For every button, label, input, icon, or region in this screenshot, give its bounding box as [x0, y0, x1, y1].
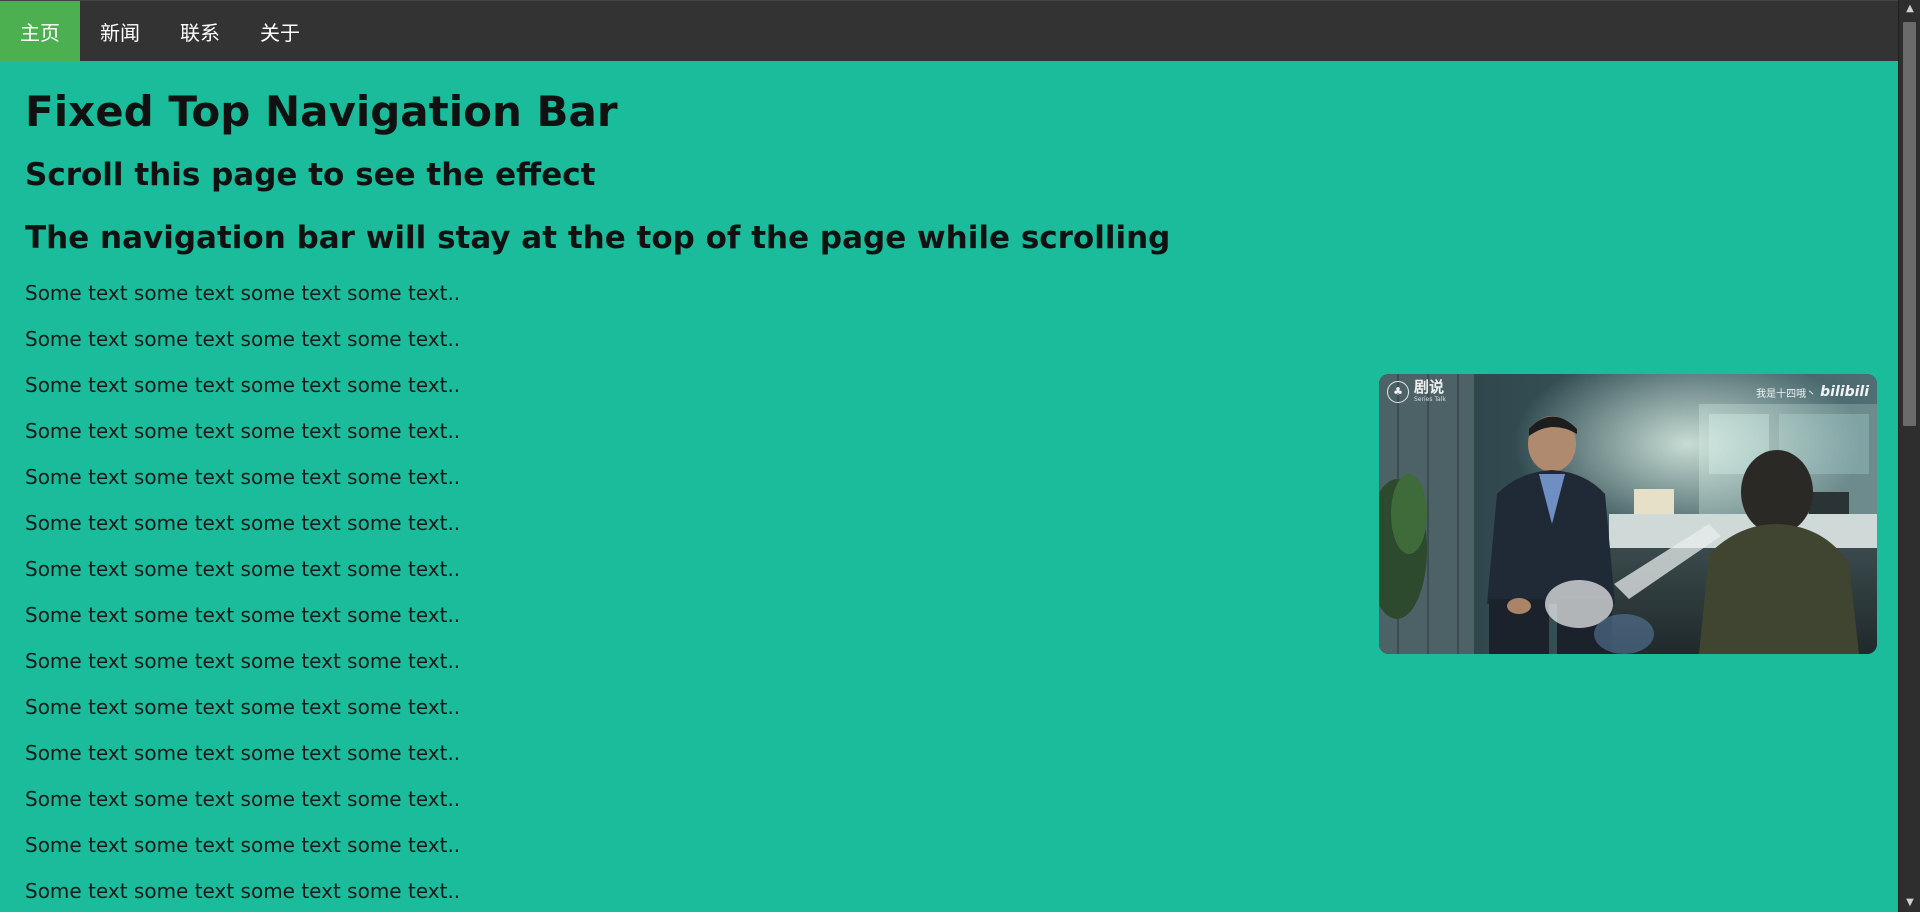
- uploader-watermark: 我是十四哦丶: [1756, 388, 1817, 400]
- paragraph: Some text some text some text some text.…: [25, 418, 461, 443]
- video-watermark: 我是十四哦丶 bilibili: [1756, 384, 1869, 400]
- paragraph: Some text some text some text some text.…: [25, 556, 461, 581]
- paragraph: Some text some text some text some text.…: [25, 372, 461, 397]
- scrollbar-thumb[interactable]: [1903, 22, 1916, 426]
- nav-item-home[interactable]: 主页: [0, 1, 80, 61]
- platform-watermark: bilibili: [1820, 384, 1869, 400]
- page-subtitle: Scroll this page to see the effect: [25, 157, 596, 194]
- nav-item-contact[interactable]: 联系: [160, 1, 240, 61]
- main-content: Fixed Top Navigation Bar Scroll this pag…: [25, 61, 1365, 912]
- page-title: Fixed Top Navigation Bar: [25, 87, 618, 136]
- top-navbar: 主页 新闻 联系 关于: [0, 0, 1898, 61]
- paragraph: Some text some text some text some text.…: [25, 878, 461, 903]
- paragraph: Some text some text some text some text.…: [25, 326, 461, 351]
- paragraph: Some text some text some text some text.…: [25, 786, 461, 811]
- tree-icon: ♣: [1387, 380, 1409, 403]
- video-frame-image: [1379, 374, 1877, 654]
- paragraph-list: Some text some text some text some text.…: [25, 270, 1365, 912]
- page-subtitle-secondary: The navigation bar will stay at the top …: [25, 220, 1171, 257]
- nav-item-about[interactable]: 关于: [240, 1, 320, 61]
- video-logo-text: 剧说: [1414, 378, 1445, 396]
- paragraph: Some text some text some text some text.…: [25, 280, 461, 305]
- nav-item-news[interactable]: 新闻: [80, 1, 160, 61]
- vertical-scrollbar[interactable]: ▲ ▼: [1898, 0, 1920, 912]
- scroll-down-icon[interactable]: ▼: [1899, 894, 1920, 912]
- paragraph: Some text some text some text some text.…: [25, 832, 461, 857]
- video-logo-subtext: Series Talk: [1414, 396, 1446, 403]
- video-player[interactable]: ♣ 剧说 Series Talk 我是十四哦丶 bilibili: [1379, 374, 1877, 654]
- paragraph: Some text some text some text some text.…: [25, 740, 461, 765]
- paragraph: Some text some text some text some text.…: [25, 602, 461, 627]
- paragraph: Some text some text some text some text.…: [25, 694, 461, 719]
- video-logo: ♣ 剧说 Series Talk: [1387, 380, 1446, 403]
- paragraph: Some text some text some text some text.…: [25, 464, 461, 489]
- scroll-up-icon[interactable]: ▲: [1899, 0, 1920, 18]
- paragraph: Some text some text some text some text.…: [25, 510, 461, 535]
- paragraph: Some text some text some text some text.…: [25, 648, 461, 673]
